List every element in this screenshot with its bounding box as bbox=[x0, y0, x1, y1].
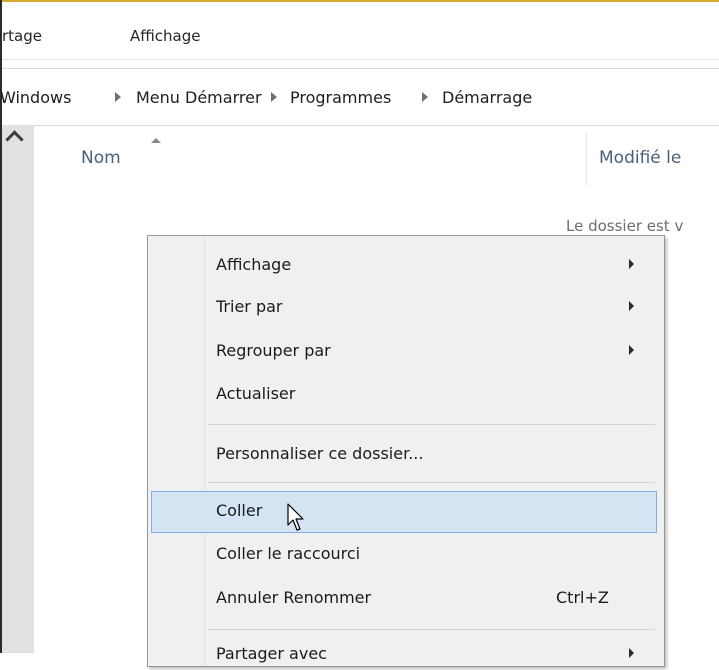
menu-item-personnaliser[interactable]: Personnaliser ce dossier... bbox=[151, 438, 657, 470]
breadcrumb-separator-icon[interactable] bbox=[271, 92, 277, 102]
breadcrumb-item-windows[interactable]: Windows bbox=[0, 88, 71, 107]
menu-item-label: Trier par bbox=[216, 297, 283, 316]
menu-separator bbox=[208, 629, 655, 630]
column-divider[interactable] bbox=[586, 133, 587, 185]
breadcrumb-item-demarrage[interactable]: Démarrage bbox=[442, 88, 532, 107]
breadcrumb-separator-icon[interactable] bbox=[115, 92, 121, 102]
menu-item-label: Partager avec bbox=[216, 644, 327, 663]
mouse-pointer-icon bbox=[287, 503, 304, 531]
menu-item-partager-avec[interactable]: Partager avec bbox=[151, 638, 657, 670]
menu-item-label: Affichage bbox=[216, 255, 292, 274]
breadcrumb-item-menu-demarrer[interactable]: Menu Démarrer bbox=[136, 88, 262, 107]
chevron-up-icon[interactable] bbox=[5, 130, 24, 149]
menu-item-label: Actualiser bbox=[216, 384, 296, 403]
menu-item-label: Personnaliser ce dossier... bbox=[216, 444, 424, 463]
column-header: Nom Modifié le bbox=[34, 125, 719, 190]
menu-item-label: Regrouper par bbox=[216, 341, 331, 360]
menu-item-shortcut: Ctrl+Z bbox=[556, 588, 609, 607]
menu-item-coller[interactable]: Coller bbox=[151, 491, 657, 533]
menu-item-coller-raccourci[interactable]: Coller le raccourci bbox=[151, 538, 657, 570]
menu-separator bbox=[208, 424, 655, 425]
submenu-arrow-icon bbox=[629, 301, 634, 311]
submenu-arrow-icon bbox=[629, 648, 634, 658]
menu-item-trier-par[interactable]: Trier par bbox=[151, 291, 657, 323]
menu-separator bbox=[208, 482, 655, 483]
submenu-arrow-icon bbox=[629, 345, 634, 355]
menu-item-annuler-renommer[interactable]: Annuler Renommer Ctrl+Z bbox=[151, 582, 657, 614]
column-header-name[interactable]: Nom bbox=[81, 148, 121, 168]
sort-ascending-icon bbox=[151, 138, 161, 143]
breadcrumb[interactable]: Windows Menu Démarrer Programmes Démarra… bbox=[0, 68, 719, 126]
breadcrumb-item-programmes[interactable]: Programmes bbox=[290, 88, 391, 107]
menu-item-label: Annuler Renommer bbox=[216, 588, 372, 607]
navigation-pane[interactable] bbox=[2, 125, 34, 653]
submenu-arrow-icon bbox=[629, 259, 634, 269]
tab-affichage[interactable]: Affichage bbox=[130, 27, 200, 45]
empty-folder-message: Le dossier est v bbox=[566, 217, 684, 235]
menu-item-affichage[interactable]: Affichage bbox=[151, 249, 657, 281]
context-menu: Affichage Trier par Regrouper par Actual… bbox=[147, 235, 665, 667]
menu-item-actualiser[interactable]: Actualiser bbox=[151, 378, 657, 410]
breadcrumb-separator-icon[interactable] bbox=[422, 92, 428, 102]
menu-item-label: Coller le raccourci bbox=[216, 544, 361, 563]
ribbon-tabs: rtage Affichage bbox=[2, 2, 719, 60]
menu-item-regrouper-par[interactable]: Regrouper par bbox=[151, 335, 657, 367]
tab-partage[interactable]: rtage bbox=[2, 27, 42, 45]
column-header-modified[interactable]: Modifié le bbox=[599, 148, 681, 168]
menu-item-label: Coller bbox=[216, 501, 263, 520]
